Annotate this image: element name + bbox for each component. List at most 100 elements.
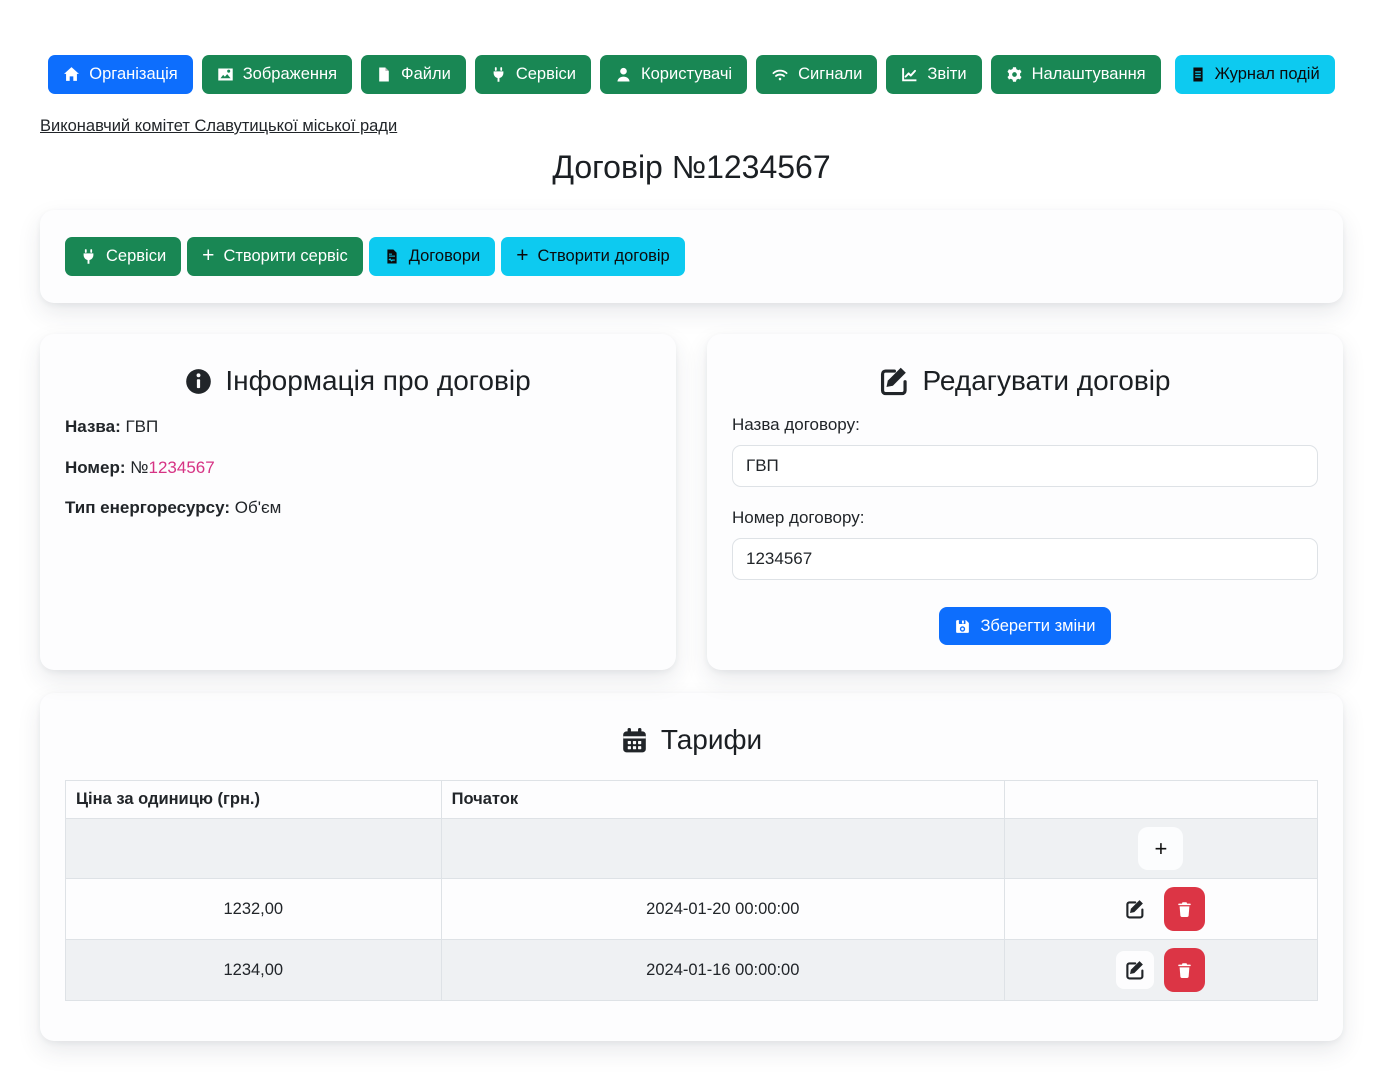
- nav-label: Користувачі: [641, 66, 732, 83]
- column-header-start: Початок: [441, 781, 1004, 819]
- contract-number-value: 1234567: [149, 458, 215, 477]
- toolbar: Сервіси + Створити сервіс Договори + Ств…: [40, 210, 1343, 303]
- add-tariff-button[interactable]: +: [1138, 827, 1183, 870]
- delete-tariff-button[interactable]: [1164, 887, 1205, 931]
- energy-type-field: Тип енергоресурсу: Об'єм: [65, 496, 651, 521]
- journal-icon: [1190, 66, 1206, 83]
- nav-button-settings[interactable]: Налаштування: [991, 55, 1161, 94]
- contract-number-field: Номер: №1234567: [65, 456, 651, 481]
- file-icon: [376, 66, 392, 83]
- tariff-row: 1232,00 2024-01-20 00:00:00: [66, 879, 1318, 940]
- add-tariff-row: +: [66, 819, 1318, 879]
- image-icon: [217, 66, 234, 83]
- number-prefix: №: [130, 458, 148, 477]
- nav-label: Файли: [401, 66, 451, 83]
- plus-icon: +: [516, 245, 528, 266]
- tariff-start: 2024-01-20 00:00:00: [441, 879, 1004, 940]
- save-icon: [954, 618, 971, 635]
- field-label: Тип енергоресурсу:: [65, 498, 230, 517]
- contracts-button[interactable]: Договори: [369, 237, 496, 276]
- nav-button-signals[interactable]: Сигнали: [756, 55, 877, 94]
- nav-button-files[interactable]: Файли: [361, 55, 466, 94]
- field-label: Номер:: [65, 458, 126, 477]
- save-changes-button[interactable]: Зберегти зміни: [939, 607, 1110, 645]
- pen-square-icon: [879, 366, 909, 396]
- pen-square-icon: [1125, 960, 1145, 980]
- contract-number-label: Номер договору:: [732, 508, 1318, 528]
- trash-icon: [1176, 901, 1193, 918]
- table-header-row: Ціна за одиницю (грн.) Початок: [66, 781, 1318, 819]
- contract-name-group: Назва договору:: [732, 415, 1318, 487]
- edit-card-title-text: Редагувати договір: [922, 365, 1170, 397]
- tariff-actions: [1004, 879, 1317, 940]
- tariff-start: 2024-01-16 00:00:00: [441, 940, 1004, 1001]
- edit-tariff-button[interactable]: [1116, 890, 1154, 928]
- plus-icon: +: [202, 245, 214, 266]
- info-card-title-text: Інформація про договір: [225, 365, 530, 397]
- content-columns: Інформація про договір Назва: ГВП Номер:…: [40, 334, 1343, 670]
- save-row: Зберегти зміни: [732, 607, 1318, 645]
- wifi-icon: [771, 66, 789, 83]
- tariff-price: 1232,00: [66, 879, 442, 940]
- file-contract-icon: [384, 248, 400, 265]
- tariff-actions: [1004, 940, 1317, 1001]
- nav-label: Сервіси: [516, 66, 576, 83]
- services-button[interactable]: Сервіси: [65, 237, 181, 276]
- tariffs-title-text: Тарифи: [661, 724, 762, 756]
- nav-button-services[interactable]: Сервіси: [475, 55, 591, 94]
- chart-line-icon: [901, 66, 918, 83]
- tariff-row: 1234,00 2024-01-16 00:00:00: [66, 940, 1318, 1001]
- nav-button-images[interactable]: Зображення: [202, 55, 352, 94]
- button-label: Зберегти зміни: [980, 618, 1095, 635]
- contract-name-label: Назва договору:: [732, 415, 1318, 435]
- contract-number-group: Номер договору:: [732, 508, 1318, 580]
- breadcrumb: Виконавчий комітет Славутицької міської …: [40, 117, 1343, 136]
- nav-button-organization[interactable]: Організація: [48, 55, 192, 94]
- gear-icon: [1006, 66, 1023, 83]
- edit-contract-card: Редагувати договір Назва договору: Номер…: [707, 334, 1343, 670]
- edit-card-title: Редагувати договір: [732, 365, 1318, 397]
- contract-name-field: Назва: ГВП: [65, 415, 651, 440]
- info-circle-icon: [185, 368, 212, 395]
- calendar-icon: [621, 727, 648, 754]
- edit-tariff-button[interactable]: [1116, 951, 1154, 989]
- nav-button-users[interactable]: Користувачі: [600, 55, 747, 94]
- add-cell: +: [1004, 819, 1317, 879]
- top-nav: Організація Зображення Файли Сервіси Кор…: [0, 55, 1383, 94]
- nav-label: Журнал подій: [1215, 66, 1320, 83]
- plug-icon: [490, 66, 507, 83]
- contract-number-input[interactable]: [732, 538, 1318, 580]
- trash-icon: [1176, 962, 1193, 979]
- nav-label: Зображення: [243, 66, 337, 83]
- info-card-title: Інформація про договір: [65, 365, 651, 397]
- tariffs-card: Тарифи Ціна за одиницю (грн.) Початок +: [40, 693, 1343, 1041]
- nav-button-reports[interactable]: Звіти: [886, 55, 981, 94]
- button-label: Договори: [409, 248, 481, 265]
- tariffs-table: Ціна за одиницю (грн.) Початок + 1232,00…: [65, 780, 1318, 1001]
- button-label: Сервіси: [106, 248, 166, 265]
- button-label: Створити договір: [538, 248, 670, 265]
- field-value: Об'єм: [235, 498, 282, 517]
- nav-label: Організація: [89, 66, 177, 83]
- pen-square-icon: [1125, 899, 1145, 919]
- field-label: Назва:: [65, 417, 121, 436]
- user-icon: [615, 66, 632, 83]
- create-service-button[interactable]: + Створити сервіс: [187, 237, 363, 276]
- nav-label: Звіти: [927, 66, 966, 83]
- tariff-price: 1234,00: [66, 940, 442, 1001]
- nav-button-event-log[interactable]: Журнал подій: [1175, 55, 1335, 94]
- page: Організація Зображення Файли Сервіси Кор…: [0, 0, 1383, 1081]
- plug-icon: [80, 248, 97, 265]
- button-label: Створити сервіс: [223, 248, 347, 265]
- tariffs-title: Тарифи: [65, 724, 1318, 756]
- home-icon: [63, 66, 80, 83]
- delete-tariff-button[interactable]: [1164, 948, 1205, 992]
- empty-price-cell: [66, 819, 442, 879]
- organization-link[interactable]: Виконавчий комітет Славутицької міської …: [40, 117, 397, 135]
- page-title: Договір №1234567: [0, 149, 1383, 186]
- create-contract-button[interactable]: + Створити договір: [501, 237, 685, 276]
- field-value: ГВП: [125, 417, 158, 436]
- contract-name-input[interactable]: [732, 445, 1318, 487]
- nav-label: Налаштування: [1032, 66, 1146, 83]
- empty-start-cell: [441, 819, 1004, 879]
